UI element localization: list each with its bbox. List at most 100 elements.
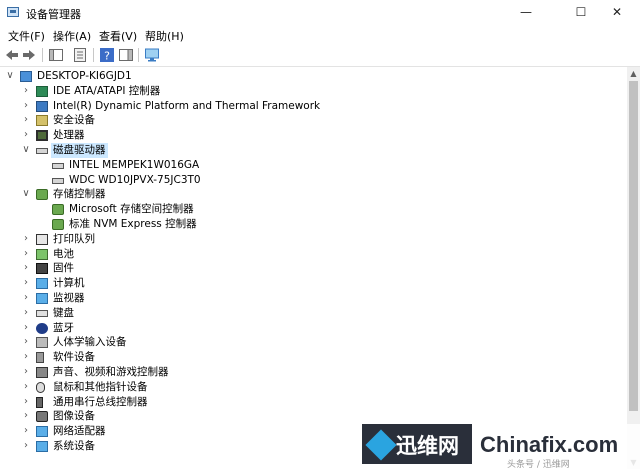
device-label: 网络适配器 [53, 425, 106, 438]
expand-arrow-icon[interactable]: › [21, 380, 31, 394]
back-icon[interactable] [4, 47, 20, 63]
device-label: 打印队列 [53, 232, 95, 245]
scroll-up-arrow-icon[interactable]: ▲ [627, 67, 640, 80]
forward-icon[interactable] [21, 47, 37, 63]
expand-arrow-icon[interactable]: › [21, 113, 31, 127]
tree-node[interactable]: › 监视器 [0, 291, 620, 306]
tree-node[interactable]: › 固件 [0, 261, 620, 276]
device-label: WDC WD10JPVX-75JC3T0 [69, 173, 201, 186]
help-icon[interactable]: ? [99, 47, 115, 63]
expand-arrow-icon[interactable]: › [21, 84, 31, 98]
network-adapter-icon [36, 426, 48, 438]
tree-node[interactable]: › 鼠标和其他指针设备 [0, 380, 620, 395]
expand-arrow-icon[interactable]: › [21, 247, 31, 261]
tree-node[interactable]: › 处理器 [0, 128, 620, 143]
expand-arrow-icon[interactable]: › [21, 350, 31, 364]
expand-arrow-icon[interactable]: › [21, 232, 31, 246]
device-label: 声音、视频和游戏控制器 [53, 366, 169, 378]
monitor-icon [36, 293, 48, 304]
sound-icon [36, 367, 48, 378]
menu-file[interactable]: 文件(F) [8, 28, 45, 44]
toolbar-separator [93, 48, 94, 62]
computer-root-icon [20, 71, 32, 82]
expand-arrow-icon[interactable]: › [21, 439, 31, 453]
collapse-arrow-icon[interactable]: ∨ [21, 187, 31, 201]
tree-child[interactable]: Microsoft 存储空间控制器 [0, 202, 620, 217]
disk-drive-icon [36, 148, 48, 154]
properties-icon[interactable] [72, 47, 88, 63]
console-tree-icon[interactable] [48, 47, 64, 63]
hid-icon [36, 337, 48, 349]
tree-node[interactable]: › 打印队列 [0, 232, 620, 247]
tree-node[interactable]: › 软件设备 [0, 350, 620, 365]
device-tree[interactable]: ∨ DESKTOP-KI6GJD1 › IDE ATA/ATAPI 控制器 › Intel… [0, 67, 627, 469]
battery-icon [36, 248, 48, 260]
expand-arrow-icon[interactable]: › [21, 276, 31, 290]
close-button[interactable]: ✕ [594, 0, 640, 26]
menu-action[interactable]: 操作(A) [53, 28, 91, 44]
device-label: 存储控制器 [53, 188, 106, 201]
tree-node[interactable]: › Intel(R) Dynamic Platform and Thermal F… [0, 99, 620, 114]
security-device-icon [36, 115, 48, 127]
watermark: 迅维网 Chinafix.com 头条号 / 迅维网 [362, 424, 640, 470]
monitor-icon[interactable] [144, 47, 160, 63]
printer-icon [36, 233, 48, 245]
tree-node[interactable]: ∨ 磁盘驱动器 [0, 143, 620, 158]
tree-child[interactable]: INTEL MEMPEK1W016GA [0, 158, 620, 173]
window-title: 设备管理器 [26, 8, 81, 21]
expand-arrow-icon[interactable]: › [21, 99, 31, 113]
tree-node[interactable]: › 键盘 [0, 306, 620, 321]
collapse-arrow-icon[interactable]: ∨ [21, 143, 31, 157]
expand-arrow-icon[interactable]: › [21, 424, 31, 438]
collapse-arrow-icon[interactable]: ∨ [5, 69, 15, 83]
tree-node[interactable]: › 计算机 [0, 276, 620, 291]
tree-child[interactable]: 标准 NVM Express 控制器 [0, 217, 620, 232]
tree-child[interactable]: WDC WD10JPVX-75JC3T0 [0, 173, 620, 188]
expand-arrow-icon[interactable]: › [21, 395, 31, 409]
svg-text:?: ? [104, 50, 110, 63]
tree-node[interactable]: › 人体学输入设备 [0, 335, 620, 350]
tree-node[interactable]: › 安全设备 [0, 113, 620, 128]
tree-node[interactable]: ∨ 存储控制器 [0, 187, 620, 202]
watermark-logo-icon [365, 429, 397, 461]
expand-arrow-icon[interactable]: › [21, 409, 31, 423]
storage-controller-icon [52, 219, 64, 230]
vertical-scrollbar[interactable]: ▲ ▼ [627, 67, 640, 469]
device-label: 固件 [53, 262, 74, 275]
tree-root[interactable]: ∨ DESKTOP-KI6GJD1 [0, 69, 620, 84]
expand-arrow-icon[interactable]: › [21, 365, 31, 379]
device-label: 安全设备 [53, 114, 95, 127]
device-label: IDE ATA/ATAPI 控制器 [53, 84, 161, 97]
expand-arrow-icon[interactable]: › [21, 261, 31, 275]
tree-node[interactable]: › 声音、视频和游戏控制器 [0, 365, 620, 380]
device-label: 通用串行总线控制器 [53, 395, 148, 408]
watermark-sub-text: 头条号 / 迅维网 [507, 460, 570, 470]
action-pane-icon[interactable] [118, 47, 134, 63]
tree-node[interactable]: › 电池 [0, 247, 620, 262]
expand-arrow-icon[interactable]: › [21, 306, 31, 320]
device-label: Intel(R) Dynamic Platform and Thermal Fr… [53, 99, 321, 112]
scrollbar-thumb[interactable] [629, 81, 638, 411]
device-label: 键盘 [53, 306, 74, 319]
menu-help[interactable]: 帮助(H) [145, 28, 184, 44]
camera-icon [36, 411, 48, 423]
tree-node[interactable]: › 图像设备 [0, 409, 620, 424]
title-bar: 设备管理器 — ☐ ✕ [0, 0, 640, 26]
minimize-button[interactable]: — [503, 0, 549, 26]
expand-arrow-icon[interactable]: › [21, 128, 31, 142]
device-label: 处理器 [53, 129, 85, 142]
expand-arrow-icon[interactable]: › [21, 291, 31, 305]
expand-arrow-icon[interactable]: › [21, 321, 31, 335]
tree-node[interactable]: › IDE ATA/ATAPI 控制器 [0, 84, 620, 99]
menu-view[interactable]: 查看(V) [99, 28, 137, 44]
tree-node[interactable]: › 通用串行总线控制器 [0, 395, 620, 410]
device-label: 人体学输入设备 [53, 336, 127, 349]
usb-icon [36, 396, 43, 408]
watermark-cn-text: 迅维网 [396, 434, 459, 458]
computer-icon [36, 278, 48, 290]
tree-node[interactable]: › 蓝牙 [0, 321, 620, 336]
expand-arrow-icon[interactable]: › [21, 335, 31, 349]
toolbar-separator [42, 48, 43, 62]
watermark-en-text: Chinafix.com [480, 432, 619, 457]
device-label: DESKTOP-KI6GJD1 [37, 70, 132, 82]
